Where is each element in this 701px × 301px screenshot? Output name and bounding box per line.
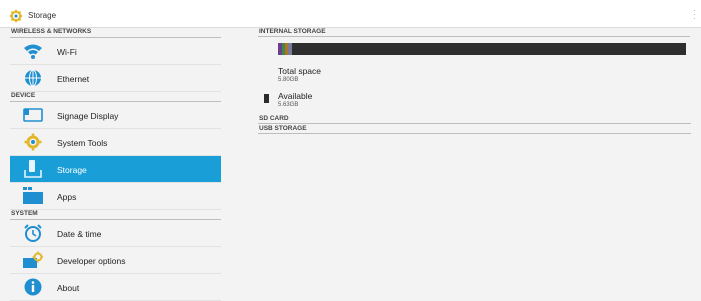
total-space-label: Total space xyxy=(278,66,321,76)
available-space-item[interactable]: Available 5.63GB xyxy=(278,91,312,108)
info-icon xyxy=(24,278,42,296)
action-bar: Storage · · · xyxy=(0,6,701,28)
settings-sidebar: WIRELESS & NETWORKS Wi-Fi Ethernet DEVIC… xyxy=(10,28,221,301)
sidebar-item-label: Wi-Fi xyxy=(57,47,77,57)
sidebar-item-system-tools[interactable]: System Tools xyxy=(10,129,221,156)
sidebar-item-ethernet[interactable]: Ethernet xyxy=(10,65,221,92)
section-header-system: SYSTEM xyxy=(10,210,221,220)
sidebar-item-label: System Tools xyxy=(57,138,108,148)
developer-icon xyxy=(23,251,43,268)
total-space-value: 5.80GB xyxy=(278,77,299,83)
storage-usage-bar xyxy=(278,43,686,55)
page-title: Storage xyxy=(28,11,57,20)
available-color-swatch xyxy=(264,94,269,103)
sidebar-item-date-time[interactable]: Date & time xyxy=(10,220,221,247)
section-header-wireless: WIRELESS & NETWORKS xyxy=(10,28,221,38)
gear-icon xyxy=(9,9,23,23)
sidebar-item-about[interactable]: About xyxy=(10,274,221,301)
sidebar-item-apps[interactable]: Apps xyxy=(10,183,221,210)
apps-icon xyxy=(23,187,43,204)
internal-storage-header: INTERNAL STORAGE xyxy=(258,28,690,37)
sd-card-header: SD CARD xyxy=(258,115,691,124)
ethernet-icon xyxy=(25,69,41,87)
section-header-device: DEVICE xyxy=(10,92,221,102)
sidebar-item-developer-options[interactable]: Developer options xyxy=(10,247,221,274)
usb-storage-header: USB STORAGE xyxy=(258,125,691,134)
total-space-item[interactable]: Total space 5.80GB xyxy=(278,66,321,83)
sidebar-item-label: Signage Display xyxy=(57,111,119,121)
sidebar-item-label: Ethernet xyxy=(57,74,90,84)
sidebar-item-label: Developer options xyxy=(57,256,126,266)
sidebar-item-wifi[interactable]: Wi-Fi xyxy=(10,38,221,65)
sidebar-item-label: Apps xyxy=(57,192,77,202)
storage-icon xyxy=(24,160,42,178)
usage-segment-other xyxy=(288,43,292,55)
overflow-menu-icon[interactable]: · · · xyxy=(693,7,697,23)
sidebar-item-signage-display[interactable]: Signage Display xyxy=(10,102,221,129)
clock-icon xyxy=(24,224,42,242)
sidebar-item-label: Date & time xyxy=(57,229,102,239)
tools-gear-icon xyxy=(24,133,42,151)
sidebar-item-label: Storage xyxy=(57,165,87,175)
display-icon xyxy=(23,108,43,122)
storage-detail-pane: INTERNAL STORAGE Total space 5.80GB Avai… xyxy=(258,28,691,134)
sidebar-item-storage[interactable]: Storage xyxy=(10,156,221,183)
sidebar-item-label: About xyxy=(57,283,80,293)
available-label: Available xyxy=(278,91,313,101)
available-value: 5.63GB xyxy=(278,102,299,108)
wifi-icon xyxy=(24,44,42,59)
